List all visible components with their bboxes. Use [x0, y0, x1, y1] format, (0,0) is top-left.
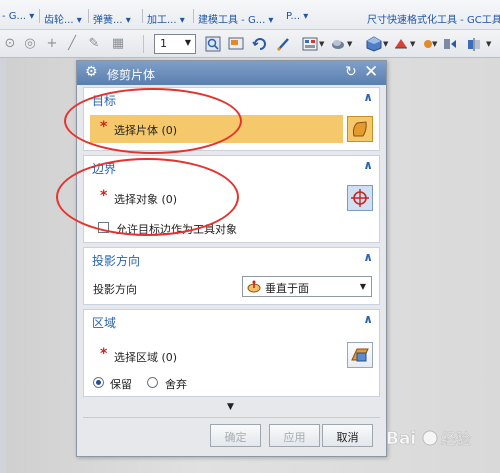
- pen-icon[interactable]: [276, 36, 292, 52]
- region-section: 区域 ∧ * 选择区域 (0) 保留 舍弃: [83, 309, 380, 397]
- more-options-chevron-icon[interactable]: ▼: [227, 402, 234, 412]
- region-icon[interactable]: [347, 342, 373, 368]
- menu-divider: [39, 9, 40, 23]
- wrench-icon[interactable]: ✎: [86, 36, 102, 52]
- select-region-label: 选择区域 (0): [114, 351, 178, 364]
- projection-direction-select[interactable]: 垂直于面 ▼: [242, 276, 372, 297]
- layer-select[interactable]: 1 ▼: [154, 34, 196, 54]
- annotation-ellipse-target: [64, 88, 242, 154]
- view-icon[interactable]: [302, 36, 318, 52]
- section-header-projection[interactable]: 投影方向: [92, 252, 140, 269]
- menu-divider: [142, 9, 143, 23]
- menu-item-p[interactable]: P... ▾: [286, 11, 308, 22]
- select-region-row[interactable]: * 选择区域 (0): [90, 342, 343, 370]
- projection-label: 投影方向: [93, 283, 137, 296]
- line-icon[interactable]: ╱: [64, 36, 80, 52]
- chevron-up-icon[interactable]: ∧: [363, 90, 373, 104]
- shading-icon[interactable]: [330, 36, 346, 52]
- sheet-body-icon[interactable]: [347, 116, 373, 142]
- menu-item-modeling-tools[interactable]: 建模工具 - G... ▾: [198, 11, 273, 26]
- ok-button[interactable]: 确定: [210, 424, 261, 447]
- chevron-down-icon: ▼: [184, 38, 191, 47]
- circle-icon[interactable]: ⊙: [2, 36, 18, 52]
- target-icon[interactable]: ◎: [22, 36, 38, 52]
- chevron-up-icon[interactable]: ∧: [363, 250, 373, 264]
- keep-radio[interactable]: [93, 377, 104, 388]
- apply-button[interactable]: 应用: [269, 424, 320, 447]
- menu-divider: [193, 9, 194, 23]
- image-icon[interactable]: [228, 36, 244, 52]
- grid-icon[interactable]: ▦: [110, 36, 126, 52]
- chevron-up-icon[interactable]: ∧: [363, 312, 373, 326]
- svg-text:经验: 经验: [441, 430, 471, 448]
- baidu-watermark: Bai 经验: [386, 423, 496, 453]
- discard-label: 舍弃: [165, 378, 187, 391]
- dialog-footer: 确定 应用 取消: [83, 417, 380, 452]
- svg-text:Bai: Bai: [386, 429, 416, 449]
- zoom-fit-icon[interactable]: [205, 36, 221, 52]
- chevron-down-icon[interactable]: ▼: [486, 40, 491, 48]
- main-toolbar: ⊙ ◎ + ╱ ✎ ▦ 1 ▼ ▼ ▼ ▼ ▼ ▼ ▼: [0, 30, 500, 58]
- gear-icon[interactable]: ⚙: [85, 64, 98, 80]
- toolbar-divider: [143, 35, 144, 53]
- move-icon[interactable]: [442, 36, 458, 52]
- close-icon[interactable]: ✕: [364, 62, 378, 82]
- normal-to-face-icon: [247, 280, 261, 297]
- crosshair-icon[interactable]: [347, 185, 373, 211]
- plus-icon[interactable]: +: [44, 36, 60, 52]
- cube-icon[interactable]: [366, 36, 382, 52]
- cancel-button[interactable]: 取消: [322, 424, 373, 447]
- menu-divider: [88, 9, 89, 23]
- chevron-down-icon[interactable]: ▼: [432, 40, 437, 48]
- projection-section: 投影方向 ∧ 投影方向 垂直于面 ▼: [83, 247, 380, 305]
- reset-icon[interactable]: ↻: [345, 64, 357, 80]
- chevron-up-icon[interactable]: ∧: [363, 158, 373, 172]
- section-icon[interactable]: [393, 36, 409, 52]
- chevron-down-icon[interactable]: ▼: [410, 40, 415, 48]
- side-strip: [0, 58, 6, 473]
- required-marker: *: [100, 346, 108, 362]
- discard-radio[interactable]: [147, 377, 158, 388]
- dialog-titlebar[interactable]: ⚙ 修剪片体 ↻ ✕: [77, 61, 386, 85]
- chevron-down-icon[interactable]: ▼: [383, 40, 388, 48]
- menu-item-1[interactable]: - G... ▾: [2, 11, 34, 22]
- menu-item-machining[interactable]: 加工... ▾: [147, 11, 185, 26]
- menu-item-spring[interactable]: 弹簧... ▾: [93, 11, 131, 26]
- chevron-down-icon[interactable]: ▼: [319, 40, 324, 48]
- menu-item-gear[interactable]: 齿轮... ▾: [44, 11, 82, 26]
- dialog-title: 修剪片体: [107, 68, 156, 82]
- chevron-down-icon: ▼: [359, 282, 366, 291]
- chevron-down-icon[interactable]: ▼: [347, 40, 352, 48]
- keep-label: 保留: [110, 378, 132, 391]
- projection-value: 垂直于面: [265, 282, 309, 295]
- layer-value: 1: [160, 37, 167, 50]
- mirror-icon[interactable]: [466, 36, 482, 52]
- section-header-region[interactable]: 区域: [92, 314, 116, 331]
- quick-menu-bar: - G... ▾ 齿轮... ▾ 弹簧... ▾ 加工... ▾ 建模工具 - …: [0, 0, 500, 30]
- rotate-icon[interactable]: [252, 36, 268, 52]
- annotation-ellipse-boundary: [56, 158, 239, 236]
- menu-item-dimension-tool[interactable]: 尺寸快速格式化工具 - GC工具: [367, 11, 500, 26]
